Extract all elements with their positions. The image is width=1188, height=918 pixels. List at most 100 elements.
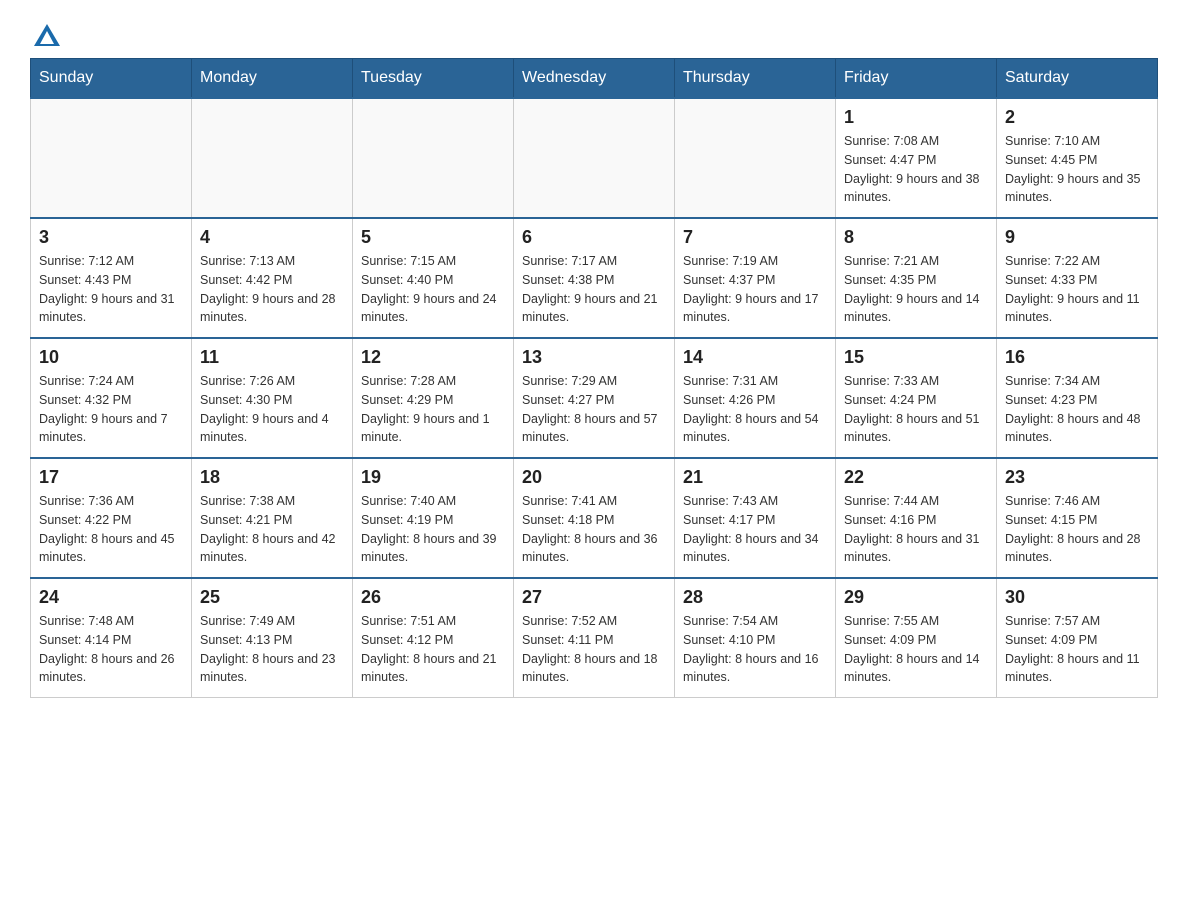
calendar-cell: 13 Sunrise: 7:29 AM Sunset: 4:27 PM Dayli…	[514, 338, 675, 458]
weekday-header-friday: Friday	[836, 59, 997, 99]
weekday-header-saturday: Saturday	[997, 59, 1158, 99]
day-number: 13	[522, 347, 666, 368]
calendar-cell: 15 Sunrise: 7:33 AM Sunset: 4:24 PM Dayli…	[836, 338, 997, 458]
day-number: 20	[522, 467, 666, 488]
calendar-cell: 28 Sunrise: 7:54 AM Sunset: 4:10 PM Dayli…	[675, 578, 836, 698]
day-info: Sunrise: 7:10 AM Sunset: 4:45 PM Dayligh…	[1005, 132, 1149, 207]
day-info: Sunrise: 7:36 AM Sunset: 4:22 PM Dayligh…	[39, 492, 183, 567]
day-number: 2	[1005, 107, 1149, 128]
logo-icon	[32, 22, 62, 48]
day-number: 3	[39, 227, 183, 248]
day-info: Sunrise: 7:33 AM Sunset: 4:24 PM Dayligh…	[844, 372, 988, 447]
day-info: Sunrise: 7:49 AM Sunset: 4:13 PM Dayligh…	[200, 612, 344, 687]
day-info: Sunrise: 7:15 AM Sunset: 4:40 PM Dayligh…	[361, 252, 505, 327]
calendar-cell: 24Sunrise: 7:48 AM Sunset: 4:14 PM Dayli…	[31, 578, 192, 698]
day-number: 5	[361, 227, 505, 248]
calendar-cell: 25 Sunrise: 7:49 AM Sunset: 4:13 PM Dayli…	[192, 578, 353, 698]
day-number: 7	[683, 227, 827, 248]
day-number: 4	[200, 227, 344, 248]
calendar-cell	[675, 98, 836, 218]
day-info: Sunrise: 7:46 AM Sunset: 4:15 PM Dayligh…	[1005, 492, 1149, 567]
calendar-cell: 1 Sunrise: 7:08 AM Sunset: 4:47 PM Daylig…	[836, 98, 997, 218]
calendar-cell: 27 Sunrise: 7:52 AM Sunset: 4:11 PM Dayli…	[514, 578, 675, 698]
calendar-week-row: 3 Sunrise: 7:12 AM Sunset: 4:43 PM Daylig…	[31, 218, 1158, 338]
day-number: 9	[1005, 227, 1149, 248]
calendar-cell: 8 Sunrise: 7:21 AM Sunset: 4:35 PM Daylig…	[836, 218, 997, 338]
day-number: 21	[683, 467, 827, 488]
day-number: 17	[39, 467, 183, 488]
weekday-header-row: SundayMondayTuesdayWednesdayThursdayFrid…	[31, 59, 1158, 99]
day-number: 10	[39, 347, 183, 368]
day-info: Sunrise: 7:28 AM Sunset: 4:29 PM Dayligh…	[361, 372, 505, 447]
day-number: 26	[361, 587, 505, 608]
calendar-cell: 12Sunrise: 7:28 AM Sunset: 4:29 PM Dayli…	[353, 338, 514, 458]
calendar-week-row: 24Sunrise: 7:48 AM Sunset: 4:14 PM Dayli…	[31, 578, 1158, 698]
calendar-cell: 16Sunrise: 7:34 AM Sunset: 4:23 PM Dayli…	[997, 338, 1158, 458]
day-number: 18	[200, 467, 344, 488]
day-info: Sunrise: 7:38 AM Sunset: 4:21 PM Dayligh…	[200, 492, 344, 567]
day-number: 28	[683, 587, 827, 608]
day-info: Sunrise: 7:19 AM Sunset: 4:37 PM Dayligh…	[683, 252, 827, 327]
day-number: 14	[683, 347, 827, 368]
day-number: 23	[1005, 467, 1149, 488]
calendar-cell: 19 Sunrise: 7:40 AM Sunset: 4:19 PM Dayli…	[353, 458, 514, 578]
calendar-cell: 21 Sunrise: 7:43 AM Sunset: 4:17 PM Dayli…	[675, 458, 836, 578]
weekday-header-thursday: Thursday	[675, 59, 836, 99]
calendar-cell: 3 Sunrise: 7:12 AM Sunset: 4:43 PM Daylig…	[31, 218, 192, 338]
day-number: 16	[1005, 347, 1149, 368]
day-info: Sunrise: 7:41 AM Sunset: 4:18 PM Dayligh…	[522, 492, 666, 567]
calendar-cell: 17 Sunrise: 7:36 AM Sunset: 4:22 PM Dayli…	[31, 458, 192, 578]
calendar-cell: 7 Sunrise: 7:19 AM Sunset: 4:37 PM Daylig…	[675, 218, 836, 338]
day-number: 22	[844, 467, 988, 488]
day-info: Sunrise: 7:52 AM Sunset: 4:11 PM Dayligh…	[522, 612, 666, 687]
calendar-cell: 30 Sunrise: 7:57 AM Sunset: 4:09 PM Dayli…	[997, 578, 1158, 698]
calendar-cell: 14 Sunrise: 7:31 AM Sunset: 4:26 PM Dayli…	[675, 338, 836, 458]
calendar-cell: 10 Sunrise: 7:24 AM Sunset: 4:32 PM Dayli…	[31, 338, 192, 458]
day-number: 15	[844, 347, 988, 368]
calendar-cell	[31, 98, 192, 218]
weekday-header-sunday: Sunday	[31, 59, 192, 99]
day-number: 30	[1005, 587, 1149, 608]
weekday-header-monday: Monday	[192, 59, 353, 99]
calendar-cell: 2 Sunrise: 7:10 AM Sunset: 4:45 PM Daylig…	[997, 98, 1158, 218]
day-info: Sunrise: 7:44 AM Sunset: 4:16 PM Dayligh…	[844, 492, 988, 567]
day-number: 11	[200, 347, 344, 368]
day-number: 27	[522, 587, 666, 608]
calendar-cell: 20 Sunrise: 7:41 AM Sunset: 4:18 PM Dayli…	[514, 458, 675, 578]
day-info: Sunrise: 7:43 AM Sunset: 4:17 PM Dayligh…	[683, 492, 827, 567]
day-info: Sunrise: 7:54 AM Sunset: 4:10 PM Dayligh…	[683, 612, 827, 687]
day-info: Sunrise: 7:26 AM Sunset: 4:30 PM Dayligh…	[200, 372, 344, 447]
day-info: Sunrise: 7:17 AM Sunset: 4:38 PM Dayligh…	[522, 252, 666, 327]
weekday-header-wednesday: Wednesday	[514, 59, 675, 99]
calendar-cell: 5 Sunrise: 7:15 AM Sunset: 4:40 PM Daylig…	[353, 218, 514, 338]
day-info: Sunrise: 7:08 AM Sunset: 4:47 PM Dayligh…	[844, 132, 988, 207]
calendar-cell: 18 Sunrise: 7:38 AM Sunset: 4:21 PM Dayli…	[192, 458, 353, 578]
day-number: 8	[844, 227, 988, 248]
calendar-week-row: 1 Sunrise: 7:08 AM Sunset: 4:47 PM Daylig…	[31, 98, 1158, 218]
calendar-cell: 26 Sunrise: 7:51 AM Sunset: 4:12 PM Dayli…	[353, 578, 514, 698]
calendar-cell	[353, 98, 514, 218]
page-header	[30, 20, 1158, 48]
calendar-body: 1 Sunrise: 7:08 AM Sunset: 4:47 PM Daylig…	[31, 98, 1158, 698]
day-info: Sunrise: 7:12 AM Sunset: 4:43 PM Dayligh…	[39, 252, 183, 327]
day-info: Sunrise: 7:40 AM Sunset: 4:19 PM Dayligh…	[361, 492, 505, 567]
day-number: 1	[844, 107, 988, 128]
weekday-header-tuesday: Tuesday	[353, 59, 514, 99]
calendar-week-row: 17 Sunrise: 7:36 AM Sunset: 4:22 PM Dayli…	[31, 458, 1158, 578]
calendar-header: SundayMondayTuesdayWednesdayThursdayFrid…	[31, 59, 1158, 99]
day-info: Sunrise: 7:57 AM Sunset: 4:09 PM Dayligh…	[1005, 612, 1149, 687]
calendar-cell	[514, 98, 675, 218]
day-info: Sunrise: 7:51 AM Sunset: 4:12 PM Dayligh…	[361, 612, 505, 687]
day-number: 25	[200, 587, 344, 608]
day-info: Sunrise: 7:24 AM Sunset: 4:32 PM Dayligh…	[39, 372, 183, 447]
day-info: Sunrise: 7:55 AM Sunset: 4:09 PM Dayligh…	[844, 612, 988, 687]
day-number: 19	[361, 467, 505, 488]
day-info: Sunrise: 7:29 AM Sunset: 4:27 PM Dayligh…	[522, 372, 666, 447]
day-info: Sunrise: 7:31 AM Sunset: 4:26 PM Dayligh…	[683, 372, 827, 447]
day-info: Sunrise: 7:22 AM Sunset: 4:33 PM Dayligh…	[1005, 252, 1149, 327]
day-info: Sunrise: 7:48 AM Sunset: 4:14 PM Dayligh…	[39, 612, 183, 687]
calendar-cell: 29Sunrise: 7:55 AM Sunset: 4:09 PM Dayli…	[836, 578, 997, 698]
calendar-cell	[192, 98, 353, 218]
day-info: Sunrise: 7:21 AM Sunset: 4:35 PM Dayligh…	[844, 252, 988, 327]
day-info: Sunrise: 7:13 AM Sunset: 4:42 PM Dayligh…	[200, 252, 344, 327]
